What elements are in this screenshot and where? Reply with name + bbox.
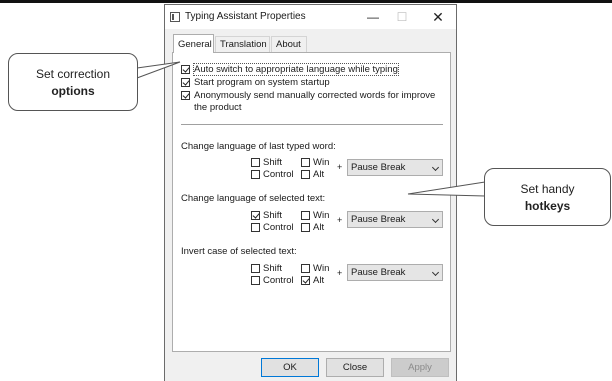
correction-options-callout: Set correction options <box>8 53 138 111</box>
left-callout-pointer <box>136 61 181 79</box>
callout-left-line2: options <box>51 84 95 98</box>
right-callout-pointer <box>407 181 486 197</box>
callout-left-line1: Set correction <box>35 67 111 81</box>
hotkeys-callout: Set handy hotkeys <box>484 168 611 226</box>
callout-right-line2: hotkeys <box>524 199 571 213</box>
tab-general[interactable]: General <box>173 34 214 53</box>
callout-right-line1: Set handy <box>520 182 575 196</box>
